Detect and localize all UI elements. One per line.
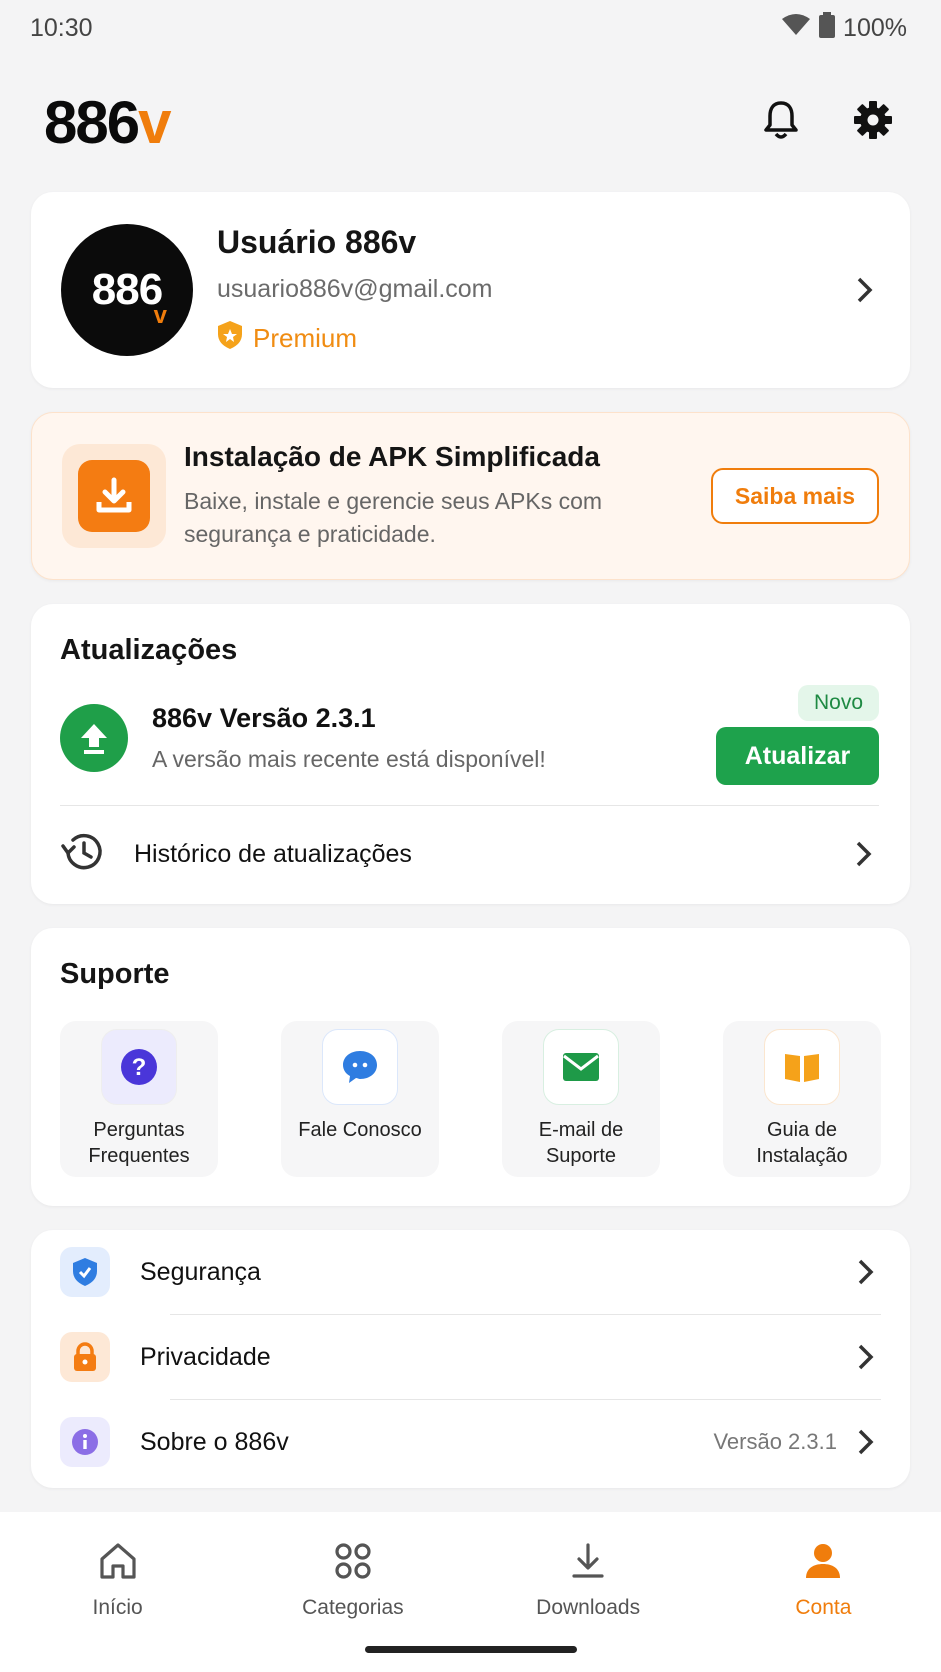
question-icon: ? — [101, 1029, 177, 1105]
lock-icon — [60, 1332, 110, 1382]
update-item: 886v Versão 2.3.1 A versão mais recente … — [60, 685, 879, 785]
gear-icon — [853, 100, 893, 145]
history-label: Histórico de atualizações — [134, 839, 412, 868]
settings-button[interactable] — [849, 98, 897, 146]
app-version: Versão 2.3.1 — [713, 1429, 837, 1454]
status-time: 10:30 — [30, 13, 93, 42]
app-bar: 886v — [44, 82, 897, 162]
chevron-right-icon — [851, 1342, 881, 1372]
home-indicator — [365, 1646, 577, 1653]
avatar: 886 v — [61, 224, 193, 356]
nav-label: Categorias — [302, 1596, 404, 1619]
settings-list-card: Segurança Privacidade Sobre o 886v Versã… — [31, 1230, 910, 1488]
profile-email: usuario886v@gmail.com — [217, 274, 493, 303]
person-icon — [804, 1542, 842, 1586]
chevron-right-icon — [851, 1257, 881, 1287]
chevron-right-icon — [849, 839, 879, 869]
support-item-label: Guia de Instalação — [756, 1119, 848, 1167]
chevron-right-icon — [851, 1427, 881, 1457]
email-support-button[interactable]: E-mail de Suporte — [502, 1021, 660, 1177]
update-history-row[interactable]: Histórico de atualizações — [60, 806, 879, 902]
install-guide-button[interactable]: Guia de Instalação — [723, 1021, 881, 1177]
app-logo: 886v — [44, 88, 172, 156]
info-icon — [60, 1417, 110, 1467]
shield-icon — [60, 1247, 110, 1297]
nav-account[interactable]: Conta — [708, 1542, 938, 1672]
bell-icon — [763, 100, 799, 145]
shield-badge-icon — [217, 320, 243, 357]
chat-icon — [322, 1029, 398, 1105]
premium-badge: Premium — [217, 320, 850, 357]
about-row[interactable]: Sobre o 886v Versão 2.3.1 — [60, 1400, 881, 1484]
wifi-icon — [781, 13, 811, 44]
promo-description: Baixe, instale e gerencie seus APKs com … — [184, 488, 603, 547]
svg-text:?: ? — [132, 1054, 147, 1081]
status-bar: 10:30 100% — [0, 0, 941, 56]
grid-icon — [334, 1542, 372, 1586]
support-item-label: Fale Conosco — [298, 1119, 422, 1141]
support-item-label: Perguntas Frequentes — [88, 1119, 190, 1167]
nav-label: Início — [92, 1596, 143, 1619]
support-title: Suporte — [60, 958, 170, 990]
contact-button[interactable]: Fale Conosco — [281, 1021, 439, 1177]
nav-home[interactable]: Início — [3, 1542, 233, 1672]
mail-icon — [543, 1029, 619, 1105]
updates-card: Atualizações 886v Versão 2.3.1 A versão … — [31, 604, 910, 904]
book-icon — [764, 1029, 840, 1105]
nav-label: Conta — [795, 1596, 852, 1619]
faq-button[interactable]: ? Perguntas Frequentes — [60, 1021, 218, 1177]
setting-label: Sobre o 886v — [140, 1427, 289, 1456]
history-icon — [60, 832, 104, 877]
upload-arrow-icon — [60, 704, 128, 772]
privacy-row[interactable]: Privacidade — [60, 1315, 881, 1399]
learn-more-button[interactable]: Saiba mais — [711, 468, 879, 524]
nav-label: Downloads — [536, 1596, 641, 1619]
setting-label: Privacidade — [140, 1342, 271, 1371]
notifications-button[interactable] — [757, 98, 805, 146]
support-card: Suporte ? Perguntas Frequentes Fale Cono… — [31, 928, 910, 1206]
new-badge: Novo — [797, 685, 879, 721]
update-button[interactable]: Atualizar — [716, 727, 879, 785]
profile-card[interactable]: 886 v Usuário 886v usuario886v@gmail.com … — [31, 192, 910, 388]
battery-level: 100% — [843, 13, 907, 42]
download-install-icon — [78, 460, 150, 532]
home-icon — [98, 1542, 138, 1586]
security-row[interactable]: Segurança — [60, 1230, 881, 1314]
support-item-label: E-mail de Suporte — [538, 1119, 624, 1167]
apk-promo-card: Instalação de APK Simplificada Baixe, in… — [31, 412, 910, 580]
promo-title: Instalação de APK Simplificada — [184, 441, 600, 472]
download-icon — [569, 1542, 607, 1586]
setting-label: Segurança — [140, 1257, 261, 1286]
battery-icon — [819, 11, 836, 45]
updates-title: Atualizações — [60, 634, 238, 666]
chevron-right-icon — [850, 275, 880, 305]
profile-name: Usuário 886v — [217, 223, 417, 260]
